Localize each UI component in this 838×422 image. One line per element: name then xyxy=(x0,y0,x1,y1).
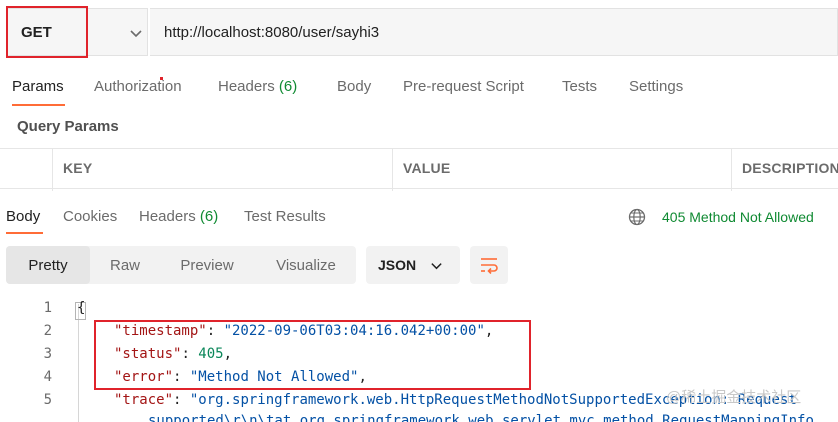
chevron-down-icon xyxy=(431,263,442,270)
view-mode-preview[interactable]: Preview xyxy=(162,246,252,284)
table-divider xyxy=(0,188,838,189)
wrap-lines-icon xyxy=(481,258,498,274)
format-select[interactable]: JSON xyxy=(366,246,460,284)
url-text: http://localhost:8080/user/sayhi3 xyxy=(164,24,380,41)
code-highlight-annotation xyxy=(94,320,531,390)
tab-settings[interactable]: Settings xyxy=(629,78,683,95)
key-column-header: KEY xyxy=(52,149,392,191)
method-highlight-annotation xyxy=(6,6,88,58)
authorization-indicator-dot xyxy=(160,77,163,80)
indent-guide xyxy=(78,304,79,422)
value-column-label: VALUE xyxy=(403,160,451,176)
tab-prerequest-script[interactable]: Pre-request Script xyxy=(403,78,524,95)
response-tab-body[interactable]: Body xyxy=(6,208,40,225)
view-mode-raw[interactable]: Raw xyxy=(90,246,160,284)
url-input[interactable]: http://localhost:8080/user/sayhi3 xyxy=(150,8,838,56)
headers-count: (6) xyxy=(278,78,298,95)
response-headers-count: (6) xyxy=(199,208,219,225)
value-column-header: VALUE xyxy=(392,149,732,191)
tab-body[interactable]: Body xyxy=(337,78,371,95)
body-tab-underline xyxy=(6,232,43,234)
line-number: 5 xyxy=(43,392,52,408)
query-params-title: Query Params xyxy=(17,118,119,135)
json-key: "trace" xyxy=(114,392,174,408)
request-tabs: Params Authorization Headers (6) Body Pr… xyxy=(0,74,838,106)
response-tab-headers-label: Headers xyxy=(139,208,196,225)
line-number: 2 xyxy=(43,323,52,339)
watermark: @稀土掘金技术社区 xyxy=(666,389,802,406)
tab-params[interactable]: Params xyxy=(12,78,64,95)
line-number: 4 xyxy=(43,369,52,385)
view-mode-segmented-control: Pretty Raw Preview Visualize xyxy=(6,246,356,284)
chevron-down-icon xyxy=(130,30,142,38)
response-tab-headers[interactable]: Headers (6) xyxy=(139,208,218,225)
view-mode-visualize[interactable]: Visualize xyxy=(256,246,356,284)
line-number: 3 xyxy=(43,346,52,362)
params-tab-underline xyxy=(12,104,65,106)
code-line-1: { xyxy=(77,300,86,316)
tab-headers[interactable]: Headers (6) xyxy=(218,78,297,95)
code-line-5-wrap: supported\r\n\tat org.springframework.we… xyxy=(148,413,814,422)
wrap-lines-button[interactable] xyxy=(470,246,508,284)
response-tab-cookies[interactable]: Cookies xyxy=(63,208,117,225)
description-column-header: DESCRIPTION xyxy=(731,149,838,191)
query-params-table: KEY VALUE DESCRIPTION xyxy=(0,148,838,191)
globe-icon[interactable] xyxy=(628,208,646,226)
tab-authorization[interactable]: Authorization xyxy=(94,78,182,95)
tab-tests[interactable]: Tests xyxy=(562,78,597,95)
key-column-label: KEY xyxy=(63,160,93,176)
description-column-label: DESCRIPTION xyxy=(742,160,838,176)
request-bar: GET http://localhost:8080/user/sayhi3 xyxy=(0,8,838,56)
line-number: 1 xyxy=(43,300,52,316)
view-mode-pretty[interactable]: Pretty xyxy=(6,246,90,284)
response-status[interactable]: 405 Method Not Allowed xyxy=(662,209,814,225)
format-label: JSON xyxy=(378,257,417,273)
tab-headers-label: Headers xyxy=(218,78,275,95)
response-tab-test-results[interactable]: Test Results xyxy=(244,208,326,225)
